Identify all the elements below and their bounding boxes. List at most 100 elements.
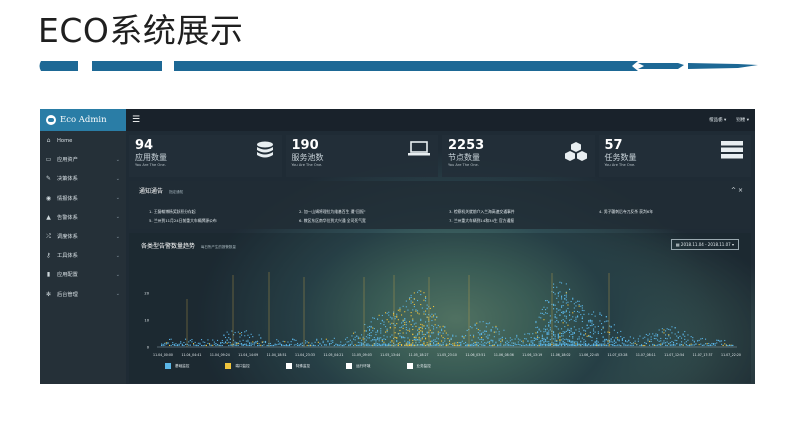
notice-item[interactable]: 6. 教区东区南华位到大兴通 全司死气宽 — [299, 218, 449, 224]
base-alert-mark — [533, 344, 535, 346]
port-alert-mark — [431, 316, 433, 318]
base-alert-mark — [247, 339, 249, 341]
base-alert-mark — [490, 344, 492, 347]
notice-item[interactable]: 4. 男子疆刺后寺刀反杀 获判6年 — [599, 209, 749, 215]
base-alert-mark — [391, 334, 393, 336]
base-alert-mark — [620, 330, 622, 332]
base-alert-mark — [364, 344, 366, 346]
base-alert-mark — [517, 338, 519, 340]
stat-card-nodes[interactable]: 2253 节点数量 You Are The One. — [442, 135, 595, 177]
base-alert-mark — [626, 344, 628, 346]
sidebar-item-schedule[interactable]: ⤮ 调度体系 ⌄ — [40, 227, 126, 246]
base-alert-mark — [570, 301, 572, 303]
base-alert-mark — [386, 331, 388, 333]
base-alert-mark — [228, 333, 230, 335]
x-tick-label: 11.05_13:44 — [380, 353, 400, 357]
sidebar-item-intel[interactable]: ◉ 情报体系 ⌄ — [40, 189, 126, 208]
base-alert-mark — [546, 328, 548, 330]
base-alert-mark — [241, 342, 243, 345]
legend-item[interactable]: 端口监控 — [225, 363, 250, 369]
sidebar-item-alerts[interactable]: ▲ 告警体系 ⌄ — [40, 208, 126, 227]
base-alert-mark — [258, 334, 260, 336]
base-alert-mark — [593, 311, 595, 313]
port-alert-mark — [409, 344, 411, 346]
panel-controls[interactable]: ^ × — [731, 187, 743, 194]
base-alert-mark — [573, 307, 575, 309]
base-alert-mark — [220, 341, 222, 344]
other-menu[interactable]: 别楼 ▾ — [736, 117, 749, 123]
port-alert-mark — [447, 337, 449, 340]
chevron-down-icon: ⌄ — [115, 156, 120, 163]
base-alert-mark — [588, 319, 590, 322]
base-alert-mark — [543, 337, 545, 339]
base-alert-mark — [599, 344, 601, 346]
base-alert-mark — [425, 297, 427, 299]
sidebar-item-config[interactable]: ▮ 应用配置 ⌄ — [40, 265, 126, 284]
base-alert-mark — [655, 333, 657, 335]
brand[interactable]: Eco Admin — [40, 109, 126, 131]
base-alert-mark — [596, 340, 598, 343]
base-alert-mark — [245, 330, 247, 332]
base-alert-mark — [597, 331, 599, 333]
base-alert-mark — [565, 302, 567, 304]
base-alert-mark — [655, 338, 657, 340]
laptop-icon — [408, 141, 430, 162]
base-alert-mark — [572, 332, 574, 334]
legend-item[interactable]: 业务监控 — [406, 363, 431, 369]
base-alert-mark — [396, 313, 398, 315]
base-alert-mark — [277, 343, 279, 345]
notice-item[interactable]: 5. 兰州到11月24日前重大车辆牌源公布 — [149, 218, 299, 224]
stat-card-tasks[interactable]: 57 任务数量 You Are The One. — [598, 135, 751, 177]
base-alert-mark — [426, 308, 428, 310]
base-alert-mark — [545, 328, 547, 330]
notice-item[interactable]: 7. 兰州重大车辆到14和34生 官方通报 — [449, 218, 599, 224]
base-alert-mark — [373, 317, 375, 319]
base-alert-mark — [660, 340, 662, 342]
notice-item[interactable]: 3. 检察机关就前介入兰海高速交通事件 — [449, 209, 599, 215]
sidebar-item-admin[interactable]: ✻ 后台管理 ⌄ — [40, 285, 126, 304]
legend-item[interactable]: 基础监控 — [165, 363, 189, 369]
base-alert-mark — [530, 337, 532, 339]
notice-item[interactable]: 2. 加一山姆将理拉为维基百生 遭"回报" — [299, 209, 449, 215]
sidebar-item-label: 后台管理 — [57, 291, 78, 298]
legend-item[interactable]: 特殊监控 — [285, 363, 310, 369]
base-alert-mark — [538, 316, 540, 318]
base-alert-mark — [559, 341, 561, 343]
sidebar-item-assets[interactable]: ▭ 应用资产 ⌄ — [40, 150, 126, 169]
base-alert-mark — [535, 322, 537, 324]
stat-card-apps[interactable]: 94 应用数量 You Are The One. — [129, 135, 282, 177]
base-alert-mark — [562, 331, 564, 333]
base-alert-mark — [313, 344, 315, 347]
port-alert-mark — [596, 344, 598, 347]
base-alert-mark — [239, 343, 241, 345]
sidebar-item-decision[interactable]: ✎ 决策体系 ⌄ — [40, 169, 126, 188]
base-alert-mark — [543, 306, 545, 308]
base-alert-mark — [604, 342, 606, 344]
y-tick-label: 10 — [144, 319, 149, 323]
base-alert-mark — [412, 344, 414, 346]
base-alert-mark — [441, 329, 443, 332]
base-alert-mark — [479, 338, 481, 340]
base-alert-mark — [538, 328, 540, 330]
stat-card-pools[interactable]: 190 服务池数 You Are The One. — [285, 135, 438, 177]
base-alert-mark — [185, 343, 187, 345]
legend-item[interactable]: 运行环境 — [346, 363, 371, 369]
sidebar-item-home[interactable]: ⌂ Home — [40, 131, 126, 150]
base-alert-mark — [253, 342, 255, 344]
base-alert-mark — [610, 339, 612, 341]
base-alert-mark — [308, 344, 310, 347]
base-alert-mark — [711, 342, 713, 345]
base-alert-mark — [297, 344, 299, 346]
user-menu[interactable]: 橙品栃 ▾ — [709, 117, 726, 123]
port-alert-mark — [193, 343, 195, 345]
base-alert-mark — [663, 342, 665, 344]
hamburger-menu-icon[interactable]: ☰ — [132, 115, 140, 125]
sidebar-item-tools[interactable]: ⚷ 工具体系 ⌄ — [40, 246, 126, 265]
base-alert-mark — [540, 340, 542, 342]
base-alert-mark — [170, 344, 172, 347]
base-alert-mark — [301, 344, 303, 347]
base-alert-mark — [434, 340, 436, 343]
date-range-picker[interactable]: ▦ 2018.11.04 - 2018.11.07 ▾ — [670, 239, 739, 250]
notice-item[interactable]: 1. 王磊翰博杨奖跃积分存起 — [149, 209, 299, 215]
base-alert-mark — [413, 306, 415, 308]
